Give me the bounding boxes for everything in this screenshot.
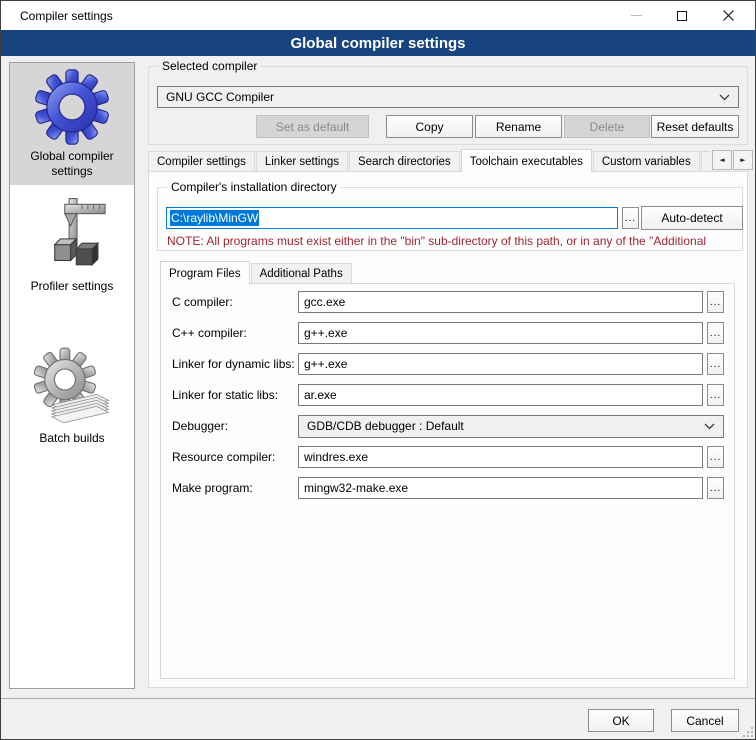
chevron-down-icon [704, 423, 715, 430]
dialog-header: Global compiler settings [1, 30, 755, 56]
installation-directory-browse-button[interactable]: ... [622, 207, 639, 229]
tab-toolchain-executables[interactable]: Toolchain executables [461, 149, 592, 172]
tab-search-directories[interactable]: Search directories [349, 151, 460, 172]
set-as-default-button: Set as default [256, 115, 369, 138]
dynamic-linker-input[interactable] [298, 353, 703, 375]
dynamic-linker-row: Linker for dynamic libs: ... [172, 353, 724, 375]
field-label: Linker for static libs: [172, 388, 298, 402]
cancel-button[interactable]: Cancel [671, 709, 739, 732]
make-program-browse-button[interactable]: ... [707, 477, 724, 499]
copy-button[interactable]: Copy [386, 115, 473, 138]
caliper-icon [36, 197, 108, 275]
field-label: Debugger: [172, 419, 298, 433]
rename-button[interactable]: Rename [475, 115, 562, 138]
sidebar-item-batch-builds[interactable]: Batch builds [10, 325, 134, 461]
installation-directory-value: C:\raylib\MinGW [170, 210, 259, 226]
minimize-button [613, 1, 659, 30]
footer-divider [1, 698, 755, 699]
field-label: Linker for dynamic libs: [172, 357, 298, 371]
cpp-compiler-row: C++ compiler: ... [172, 322, 724, 344]
tab-scroll-buttons: ◄ ► [712, 150, 753, 170]
make-program-input[interactable] [298, 477, 703, 499]
group-label: Compiler's installation directory [167, 180, 341, 194]
sidebar-item-label: Global compiler settings [10, 149, 134, 179]
toolchain-executables-page: Compiler's installation directory C:\ray… [148, 171, 748, 688]
close-button[interactable] [705, 1, 751, 30]
minimize-icon [631, 15, 642, 16]
debugger-row: Debugger: GDB/CDB debugger : Default [172, 415, 724, 437]
tab-custom-variables[interactable]: Custom variables [593, 151, 700, 172]
cpp-compiler-browse-button[interactable]: ... [707, 322, 724, 344]
window-title: Compiler settings [20, 9, 113, 23]
c-compiler-input[interactable] [298, 291, 703, 313]
tab-scroll-right-icon[interactable]: ► [733, 150, 753, 170]
debugger-select-value: GDB/CDB debugger : Default [307, 419, 464, 433]
settings-tabstrip: Compiler settings Linker settings Search… [148, 148, 710, 172]
tab-linker-settings[interactable]: Linker settings [256, 151, 348, 172]
tab-build-options[interactable]: Build [701, 151, 710, 172]
close-icon [723, 10, 734, 21]
tab-compiler-settings[interactable]: Compiler settings [148, 151, 255, 172]
resource-compiler-input[interactable] [298, 446, 703, 468]
compiler-select-value: GNU GCC Compiler [166, 90, 274, 104]
sidebar-item-label: Batch builds [39, 431, 104, 446]
static-linker-input[interactable] [298, 384, 703, 406]
resize-grip[interactable] [743, 727, 753, 737]
ok-button[interactable]: OK [588, 709, 654, 732]
program-files-tabstrip: Program Files Additional Paths [160, 260, 735, 284]
maximize-icon [677, 11, 687, 21]
dialog-header-title: Global compiler settings [290, 35, 465, 52]
compiler-select[interactable]: GNU GCC Compiler [157, 86, 739, 108]
selected-compiler-group: Selected compiler GNU GCC Compiler Set a… [148, 66, 748, 145]
static-linker-row: Linker for static libs: ... [172, 384, 724, 406]
compiler-actions: Set as default Copy Rename Delete Reset … [157, 115, 739, 138]
field-label: C++ compiler: [172, 326, 298, 340]
sidebar-item-label: Profiler settings [31, 279, 114, 294]
make-program-row: Make program: ... [172, 477, 724, 499]
static-linker-browse-button[interactable]: ... [707, 384, 724, 406]
resource-compiler-row: Resource compiler: ... [172, 446, 724, 468]
titlebar: Compiler settings [1, 1, 755, 30]
sidebar-item-global-compiler-settings[interactable]: Global compiler settings [10, 63, 134, 185]
group-label: Selected compiler [158, 59, 261, 73]
reset-defaults-button[interactable]: Reset defaults [651, 115, 739, 138]
field-label: Make program: [172, 481, 298, 495]
dynamic-linker-browse-button[interactable]: ... [707, 353, 724, 375]
program-files-page: C compiler: ... C++ compiler: ... Linker… [160, 283, 735, 679]
chevron-down-icon [719, 94, 730, 101]
tab-additional-paths[interactable]: Additional Paths [251, 263, 352, 284]
c-compiler-row: C compiler: ... [172, 291, 724, 313]
blue-gear-icon [34, 69, 110, 145]
cpp-compiler-input[interactable] [298, 322, 703, 344]
installation-note: NOTE: All programs must exist either in … [167, 234, 741, 248]
maximize-button[interactable] [659, 1, 705, 30]
installation-directory-input[interactable]: C:\raylib\MinGW [166, 207, 618, 229]
debugger-select[interactable]: GDB/CDB debugger : Default [298, 415, 724, 438]
installation-directory-group: Compiler's installation directory C:\ray… [157, 187, 743, 251]
delete-button: Delete [564, 115, 650, 138]
c-compiler-browse-button[interactable]: ... [707, 291, 724, 313]
field-label: C compiler: [172, 295, 298, 309]
tab-scroll-left-icon[interactable]: ◄ [712, 150, 732, 170]
field-label: Resource compiler: [172, 450, 298, 464]
auto-detect-button[interactable]: Auto-detect [641, 206, 743, 230]
resource-compiler-browse-button[interactable]: ... [707, 446, 724, 468]
tab-program-files[interactable]: Program Files [160, 261, 250, 285]
settings-category-list: Global compiler settings Profiler settin… [9, 62, 135, 689]
gray-gear-stack-icon [31, 347, 113, 427]
sidebar-item-profiler-settings[interactable]: Profiler settings [10, 185, 134, 313]
